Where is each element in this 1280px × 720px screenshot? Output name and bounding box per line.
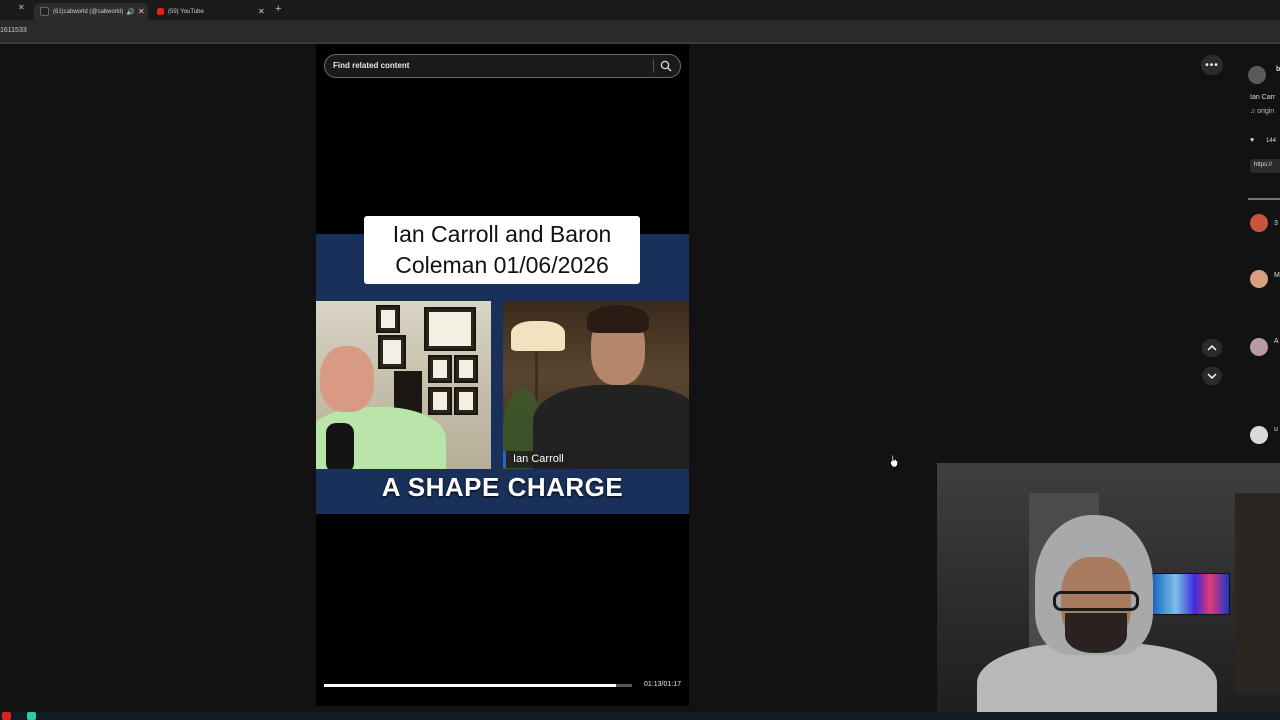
video-panel-left (316, 301, 491, 469)
speaker-icon[interactable]: 🔊 (126, 8, 135, 16)
tab-bar: ✕ (61)cabworld (@cabworld) 🔊 ✕ (59) YouT… (0, 0, 1280, 20)
app-icon[interactable] (27, 712, 36, 720)
webcam-overlay (937, 463, 1280, 720)
comment-text: M (1274, 272, 1280, 279)
commenter-avatar[interactable] (1250, 426, 1268, 444)
tab-label: (59) YouTube (168, 8, 204, 15)
music-label[interactable]: ♫ origin (1250, 108, 1274, 115)
tab-underline (1248, 198, 1280, 200)
hand-cursor-icon (890, 454, 898, 468)
chevron-up-icon (1207, 344, 1217, 351)
wall-frame (454, 387, 478, 415)
video-panel-right (503, 301, 689, 469)
app-icon[interactable] (2, 712, 11, 720)
tab-youtube[interactable]: (59) YouTube ✕ (152, 3, 268, 20)
comment-text: 3 (1274, 220, 1278, 227)
close-tab-icon[interactable]: ✕ (258, 7, 265, 16)
author-name[interactable]: b (1276, 66, 1280, 73)
commenter-avatar[interactable] (1250, 270, 1268, 288)
wall-frame (378, 335, 406, 369)
search-placeholder: Find related content (333, 61, 410, 70)
video-title-line-2: Coleman 01/06/2026 (395, 252, 609, 278)
video-player[interactable]: Find related content Ian Carroll and Bar… (316, 44, 689, 706)
next-video-button[interactable] (1202, 367, 1222, 385)
video-title-line-1: Ian Carroll and Baron (392, 221, 612, 247)
video-description: Ian Carr (1250, 94, 1276, 101)
webcam-bookshelf (1235, 493, 1280, 693)
link-text: https:// (1254, 162, 1273, 168)
tab-label: (61)cabworld (@cabworld) (53, 8, 124, 15)
wall-frame (428, 355, 452, 383)
comment-text: A (1274, 338, 1279, 345)
search-icon[interactable] (660, 60, 672, 72)
commenter-avatar[interactable] (1250, 214, 1268, 232)
search-bar[interactable]: Find related content (324, 54, 681, 78)
heart-icon[interactable]: ♥ (1250, 137, 1254, 144)
tab-cabworld[interactable]: (61)cabworld (@cabworld) 🔊 ✕ (34, 3, 148, 20)
video-title-box: Ian Carroll and Baron Coleman 01/06/2026 (364, 216, 640, 284)
progress-bar[interactable] (324, 684, 632, 687)
webcam-person-glasses (1053, 591, 1139, 611)
wall-frame (424, 307, 476, 351)
close-icon[interactable]: ✕ (18, 3, 25, 12)
microphone (326, 423, 354, 469)
chevron-down-icon (1207, 373, 1217, 380)
address-bar[interactable]: 1611533 (0, 20, 1280, 44)
person-right-hair (587, 305, 649, 333)
lamp (511, 321, 565, 351)
progress-fill (324, 684, 616, 687)
webcam-tv (1152, 573, 1230, 615)
video-time: 01:13/01:17 (644, 681, 681, 688)
youtube-icon (157, 8, 164, 15)
webcam-person-beard (1065, 613, 1127, 653)
wall-frame (428, 387, 452, 415)
wall-frame (376, 305, 400, 333)
speaker-name-tag: Ian Carroll (503, 451, 570, 468)
commenter-avatar[interactable] (1250, 338, 1268, 356)
person-left-head (320, 346, 374, 412)
more-icon: ••• (1205, 59, 1219, 71)
wall-frame (454, 355, 478, 383)
comment-text: u (1274, 426, 1278, 433)
more-options-button[interactable]: ••• (1201, 55, 1223, 75)
new-tab-icon[interactable]: + (275, 3, 281, 15)
copy-link-box[interactable]: https:// (1250, 159, 1280, 173)
taskbar (0, 712, 1280, 720)
search-divider (653, 59, 654, 73)
tiktok-icon (40, 7, 49, 16)
video-caption: A SHAPE CHARGE (381, 472, 624, 502)
close-tab-icon[interactable]: ✕ (138, 7, 145, 16)
like-count: 144 (1266, 138, 1277, 144)
details-sidebar: b Ian Carr ♫ origin ♥ 144 https:// 3 M A… (1236, 44, 1280, 464)
author-avatar[interactable] (1248, 66, 1266, 84)
previous-video-button[interactable] (1202, 339, 1222, 357)
address-text: 1611533 (0, 27, 27, 34)
